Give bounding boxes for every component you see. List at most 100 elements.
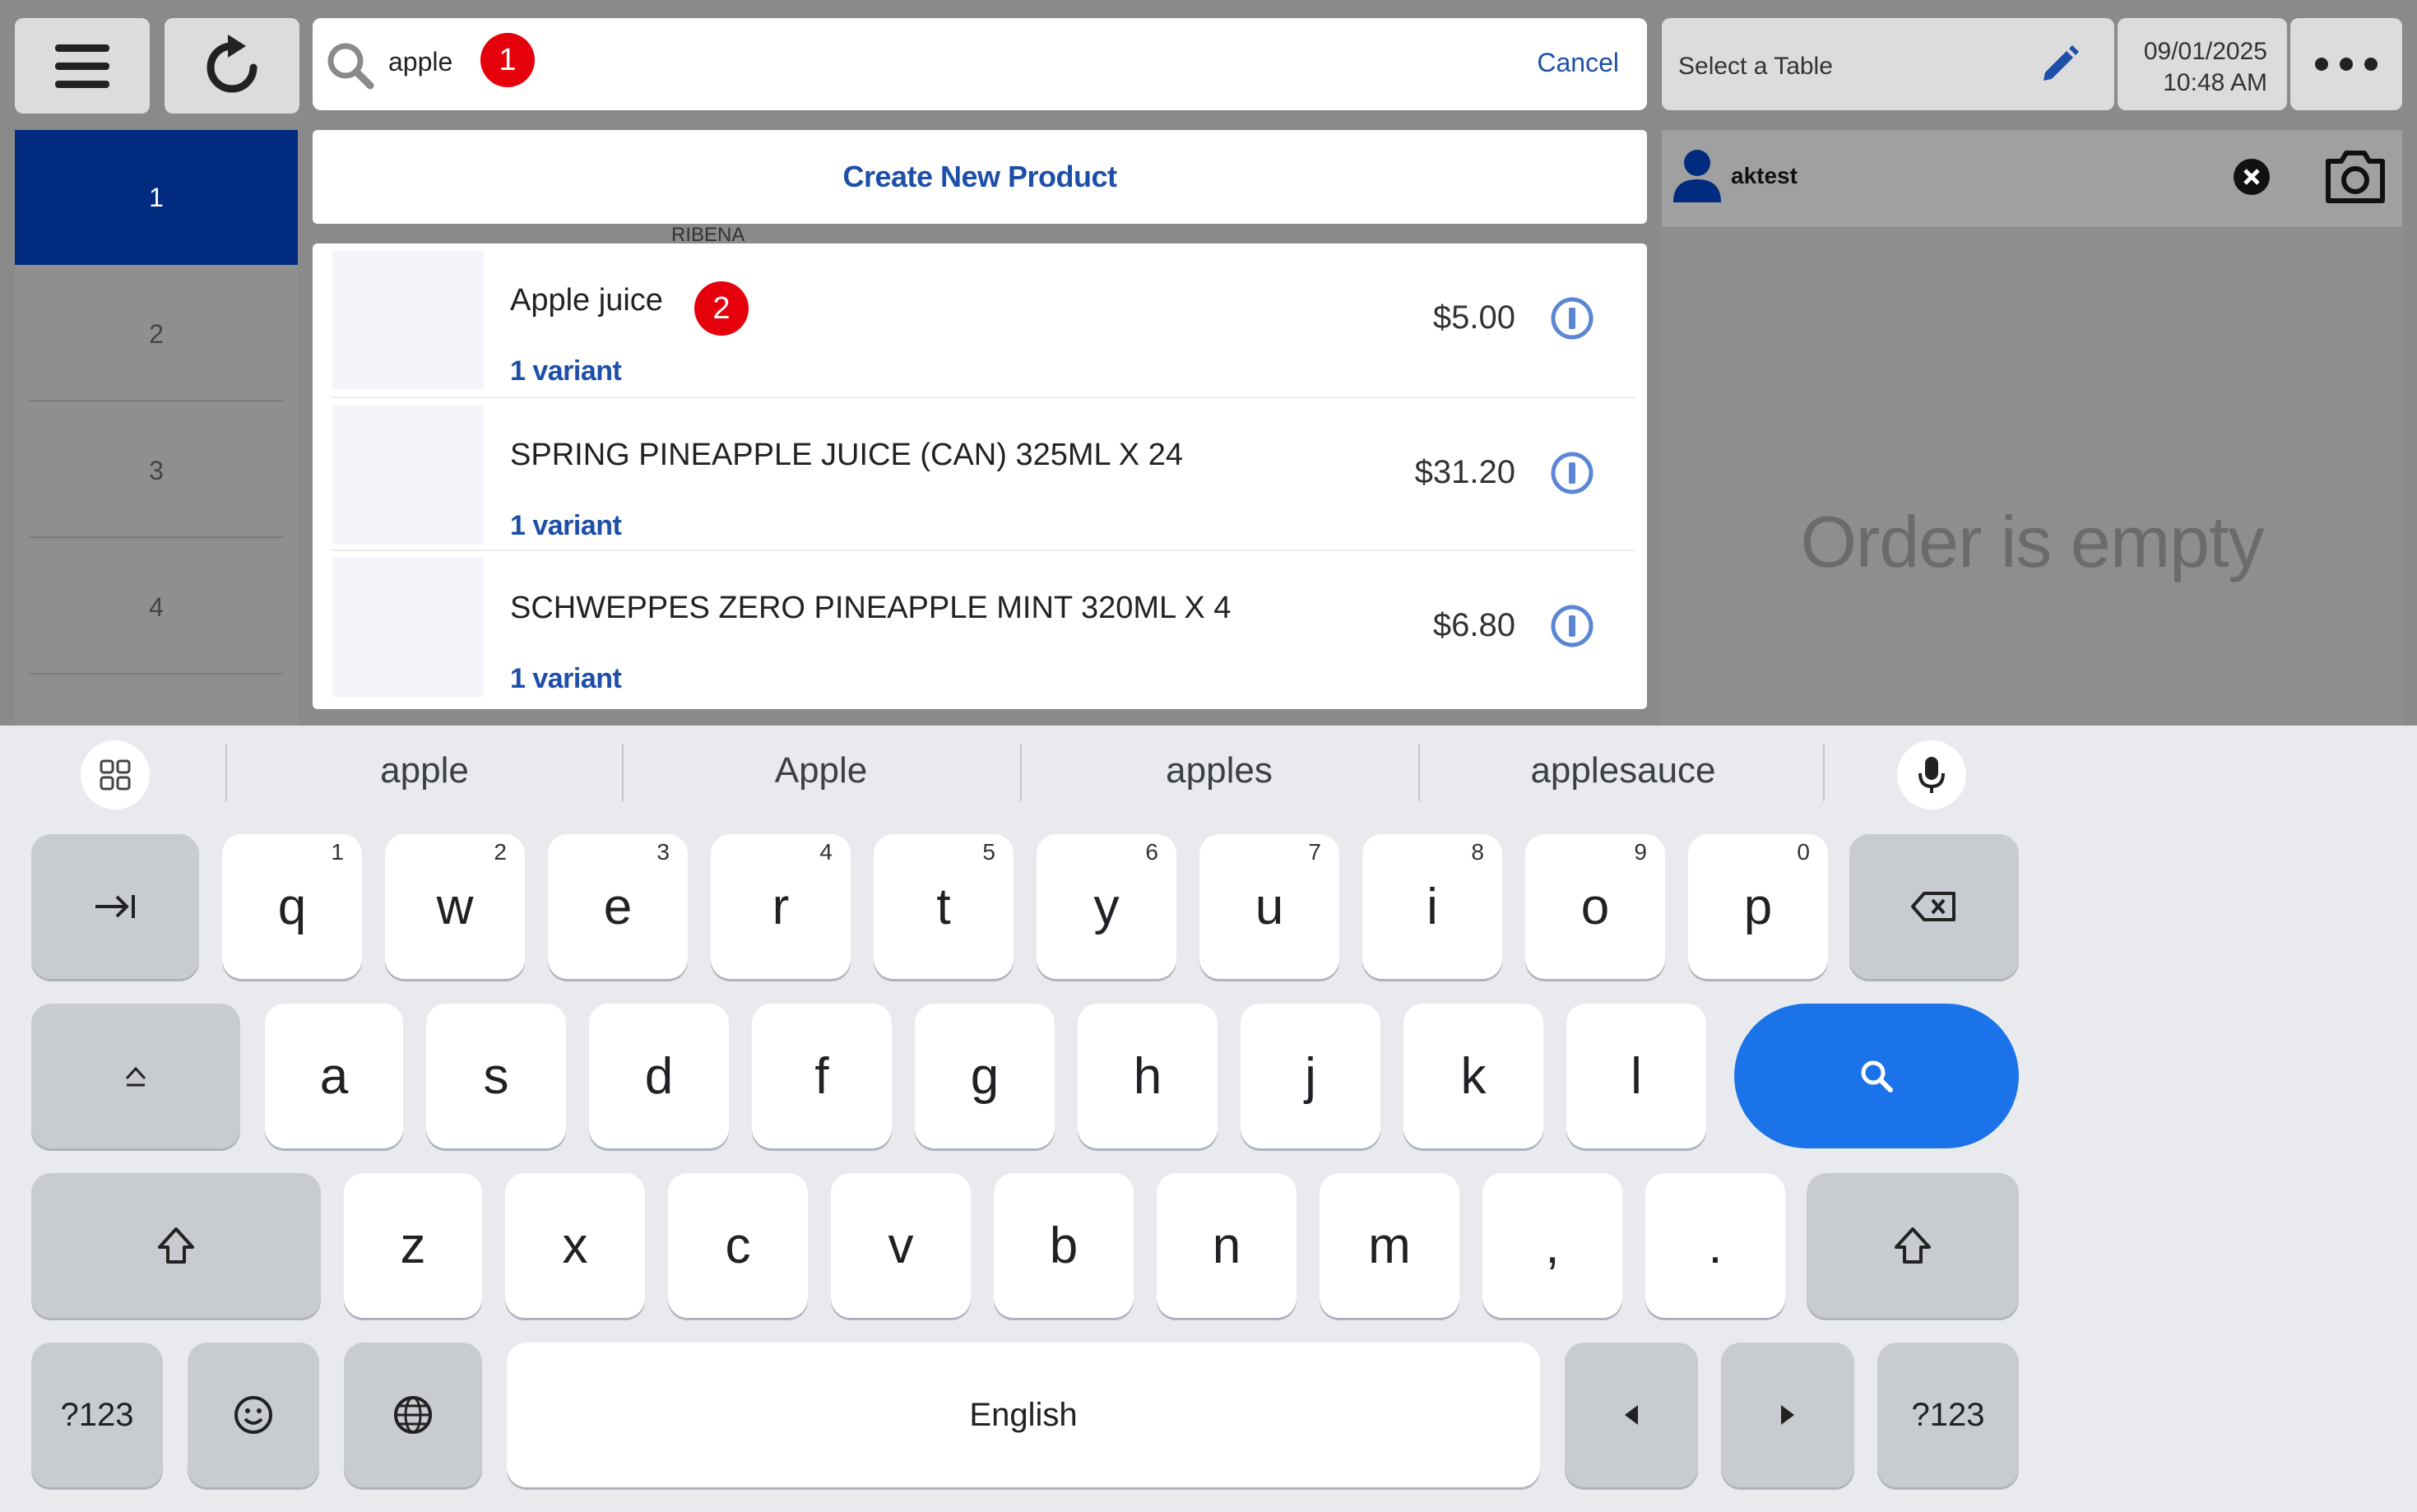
- product-name: Apple juice: [510, 283, 663, 318]
- tab-4[interactable]: 4: [15, 540, 298, 675]
- caps-lock-key[interactable]: [31, 1004, 240, 1148]
- key-hint: 5: [982, 839, 995, 865]
- suggestion-Apple[interactable]: Apple: [625, 750, 1017, 791]
- search-input[interactable]: [387, 46, 884, 78]
- select-table-button[interactable]: Select a Table: [1662, 18, 2114, 110]
- product-name: SCHWEPPES ZERO PINEAPPLE MINT 320ML X 4: [510, 591, 1232, 625]
- key-f[interactable]: f: [752, 1004, 892, 1148]
- tab-2[interactable]: 2: [15, 267, 298, 401]
- cursor-right-key[interactable]: [1721, 1343, 1854, 1487]
- key-y[interactable]: y6: [1037, 834, 1176, 979]
- more-options-button[interactable]: [2290, 18, 2402, 110]
- key-a[interactable]: a: [265, 1004, 403, 1148]
- language-key[interactable]: [344, 1343, 482, 1487]
- tab-3[interactable]: 3: [15, 403, 298, 538]
- key-u[interactable]: u7: [1199, 834, 1339, 979]
- info-icon[interactable]: [1550, 296, 1594, 341]
- shift-key-left[interactable]: [31, 1173, 321, 1318]
- product-price: $31.20: [1414, 454, 1515, 490]
- tab-label: 1: [149, 182, 164, 212]
- key-comma[interactable]: ,: [1482, 1173, 1622, 1318]
- key-label: e: [603, 878, 633, 935]
- product-price: $6.80: [1432, 607, 1515, 643]
- divider: [622, 744, 624, 801]
- product-thumbnail: [332, 405, 484, 545]
- key-h[interactable]: h: [1078, 1004, 1218, 1148]
- key-e[interactable]: e3: [548, 834, 688, 979]
- key-r[interactable]: r4: [711, 834, 851, 979]
- menu-button[interactable]: [15, 18, 150, 114]
- remove-customer-icon[interactable]: [2233, 158, 2271, 196]
- product-thumbnail: [332, 558, 484, 698]
- symbols-key-right[interactable]: ?123: [1877, 1343, 2019, 1487]
- variant-count: 1 variant: [510, 663, 622, 694]
- key-k[interactable]: k: [1403, 1004, 1543, 1148]
- customer-name: aktest: [1731, 163, 1798, 188]
- cursor-left-key[interactable]: [1565, 1343, 1698, 1487]
- key-label: q: [277, 878, 307, 935]
- create-new-product-button[interactable]: Create New Product: [313, 130, 1647, 224]
- key-t[interactable]: t5: [874, 834, 1014, 979]
- info-icon[interactable]: [1550, 604, 1594, 648]
- key-v[interactable]: v: [831, 1173, 971, 1318]
- suggestion-apples[interactable]: apples: [1023, 750, 1415, 791]
- shift-icon: [158, 1227, 194, 1264]
- key-label: ?123: [1911, 1396, 1985, 1433]
- key-hint: 8: [1471, 839, 1484, 865]
- backspace-key[interactable]: [1849, 834, 2019, 979]
- key-g[interactable]: g: [915, 1004, 1055, 1148]
- key-i[interactable]: i8: [1362, 834, 1502, 979]
- key-label: .: [1708, 1217, 1723, 1274]
- key-label: n: [1212, 1217, 1241, 1274]
- time-text: 10:48 AM: [2163, 69, 2267, 96]
- pencil-icon[interactable]: [2039, 43, 2081, 86]
- key-period[interactable]: .: [1645, 1173, 1785, 1318]
- key-d[interactable]: d: [589, 1004, 729, 1148]
- key-z[interactable]: z: [344, 1173, 482, 1318]
- key-o[interactable]: o9: [1525, 834, 1665, 979]
- apps-grid-button[interactable]: [81, 740, 150, 809]
- divider: [30, 673, 283, 675]
- key-b[interactable]: b: [994, 1173, 1134, 1318]
- shift-key-right[interactable]: [1807, 1173, 2019, 1318]
- create-new-product-label: Create New Product: [842, 160, 1117, 193]
- symbols-key-left[interactable]: ?123: [31, 1343, 163, 1487]
- key-label: i: [1427, 878, 1438, 935]
- result-item[interactable]: SCHWEPPES ZERO PINEAPPLE MINT 320ML X 4 …: [313, 551, 1647, 704]
- key-label: c: [725, 1217, 751, 1274]
- key-label: w: [436, 878, 474, 935]
- right-arrow-icon: [1781, 1405, 1794, 1425]
- result-item[interactable]: Apple juice 2 1 variant $5.00: [313, 243, 1647, 397]
- key-n[interactable]: n: [1157, 1173, 1297, 1318]
- search-action-key[interactable]: [1734, 1004, 2019, 1148]
- key-s[interactable]: s: [426, 1004, 566, 1148]
- key-m[interactable]: m: [1320, 1173, 1459, 1318]
- key-q[interactable]: q1: [222, 834, 362, 979]
- backspace-icon: [1911, 892, 1955, 921]
- result-item[interactable]: SPRING PINEAPPLE JUICE (CAN) 325ML X 24 …: [313, 398, 1647, 551]
- refresh-button[interactable]: [165, 18, 299, 114]
- space-key[interactable]: English: [507, 1343, 1540, 1487]
- key-c[interactable]: c: [668, 1173, 808, 1318]
- cancel-button[interactable]: Cancel: [1537, 48, 1619, 78]
- divider: [1020, 744, 1022, 801]
- product-grid-peek-bottom: [313, 709, 1647, 726]
- key-x[interactable]: x: [505, 1173, 645, 1318]
- key-j[interactable]: j: [1241, 1004, 1380, 1148]
- camera-icon[interactable]: [2323, 146, 2387, 206]
- voice-input-button[interactable]: [1897, 740, 1966, 809]
- suggestion-apple[interactable]: apple: [229, 750, 620, 791]
- divider: [30, 400, 283, 401]
- key-hint: 3: [656, 839, 670, 865]
- tab-key[interactable]: [31, 834, 199, 979]
- key-l[interactable]: l: [1566, 1004, 1706, 1148]
- emoji-key[interactable]: [188, 1343, 319, 1487]
- info-icon[interactable]: [1550, 451, 1594, 495]
- key-w[interactable]: w2: [385, 834, 525, 979]
- key-p[interactable]: p0: [1688, 834, 1828, 979]
- tab-label: 2: [149, 318, 164, 349]
- tab-1[interactable]: 1: [15, 130, 298, 265]
- product-price: $5.00: [1432, 299, 1515, 336]
- suggestion-applesauce[interactable]: applesauce: [1422, 750, 1825, 791]
- order-empty-text: Order is empty: [1800, 501, 2264, 582]
